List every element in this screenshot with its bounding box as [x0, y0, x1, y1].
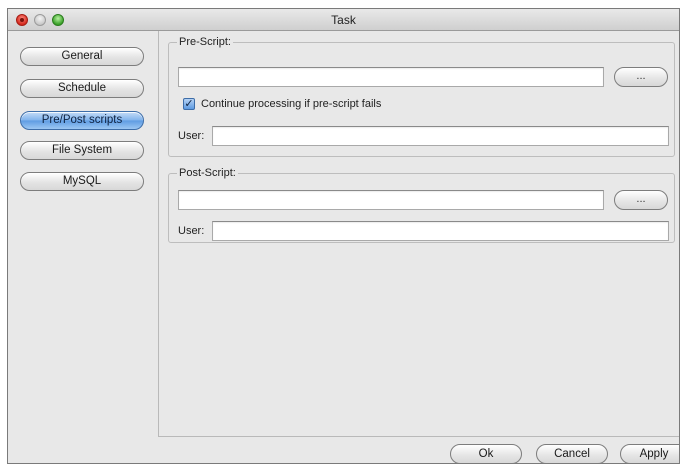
pre-script-browse-button[interactable]: ...	[614, 67, 668, 87]
pre-script-user-label: User:	[178, 130, 205, 142]
content-panel: Pre-Script: ... ✓ Continue processing if…	[158, 31, 679, 437]
post-script-user-input[interactable]	[212, 221, 669, 241]
sidebar-item-schedule[interactable]: Schedule	[20, 79, 144, 98]
window-title: Task	[331, 13, 356, 27]
continue-on-fail-label: Continue processing if pre-script fails	[201, 98, 382, 110]
post-script-browse-button[interactable]: ...	[614, 190, 668, 210]
continue-on-fail-checkbox[interactable]: ✓	[183, 98, 195, 110]
title-bar[interactable]: Task	[8, 9, 679, 31]
post-script-path-input[interactable]	[178, 190, 604, 210]
post-script-title: Post-Script:	[177, 167, 238, 179]
dialog-footer: Ok Cancel Apply	[158, 437, 679, 463]
pre-script-user-input[interactable]	[212, 126, 669, 146]
post-script-group: Post-Script: ... User:	[168, 167, 675, 243]
ok-button[interactable]: Ok	[450, 444, 522, 463]
post-script-user-label: User:	[178, 225, 205, 237]
pre-script-path-input[interactable]	[178, 67, 604, 87]
cancel-button[interactable]: Cancel	[536, 444, 608, 463]
task-window: Task General Schedule Pre/Post scripts F…	[7, 8, 680, 464]
pre-script-title: Pre-Script:	[177, 36, 233, 48]
apply-button[interactable]: Apply	[620, 444, 679, 463]
sidebar-item-mysql[interactable]: MySQL	[20, 172, 144, 191]
pre-script-group: Pre-Script: ... ✓ Continue processing if…	[168, 36, 675, 157]
sidebar: General Schedule Pre/Post scripts File S…	[8, 31, 158, 437]
sidebar-item-general[interactable]: General	[20, 47, 144, 66]
sidebar-item-pre-post-scripts[interactable]: Pre/Post scripts	[20, 111, 144, 130]
sidebar-item-file-system[interactable]: File System	[20, 141, 144, 160]
